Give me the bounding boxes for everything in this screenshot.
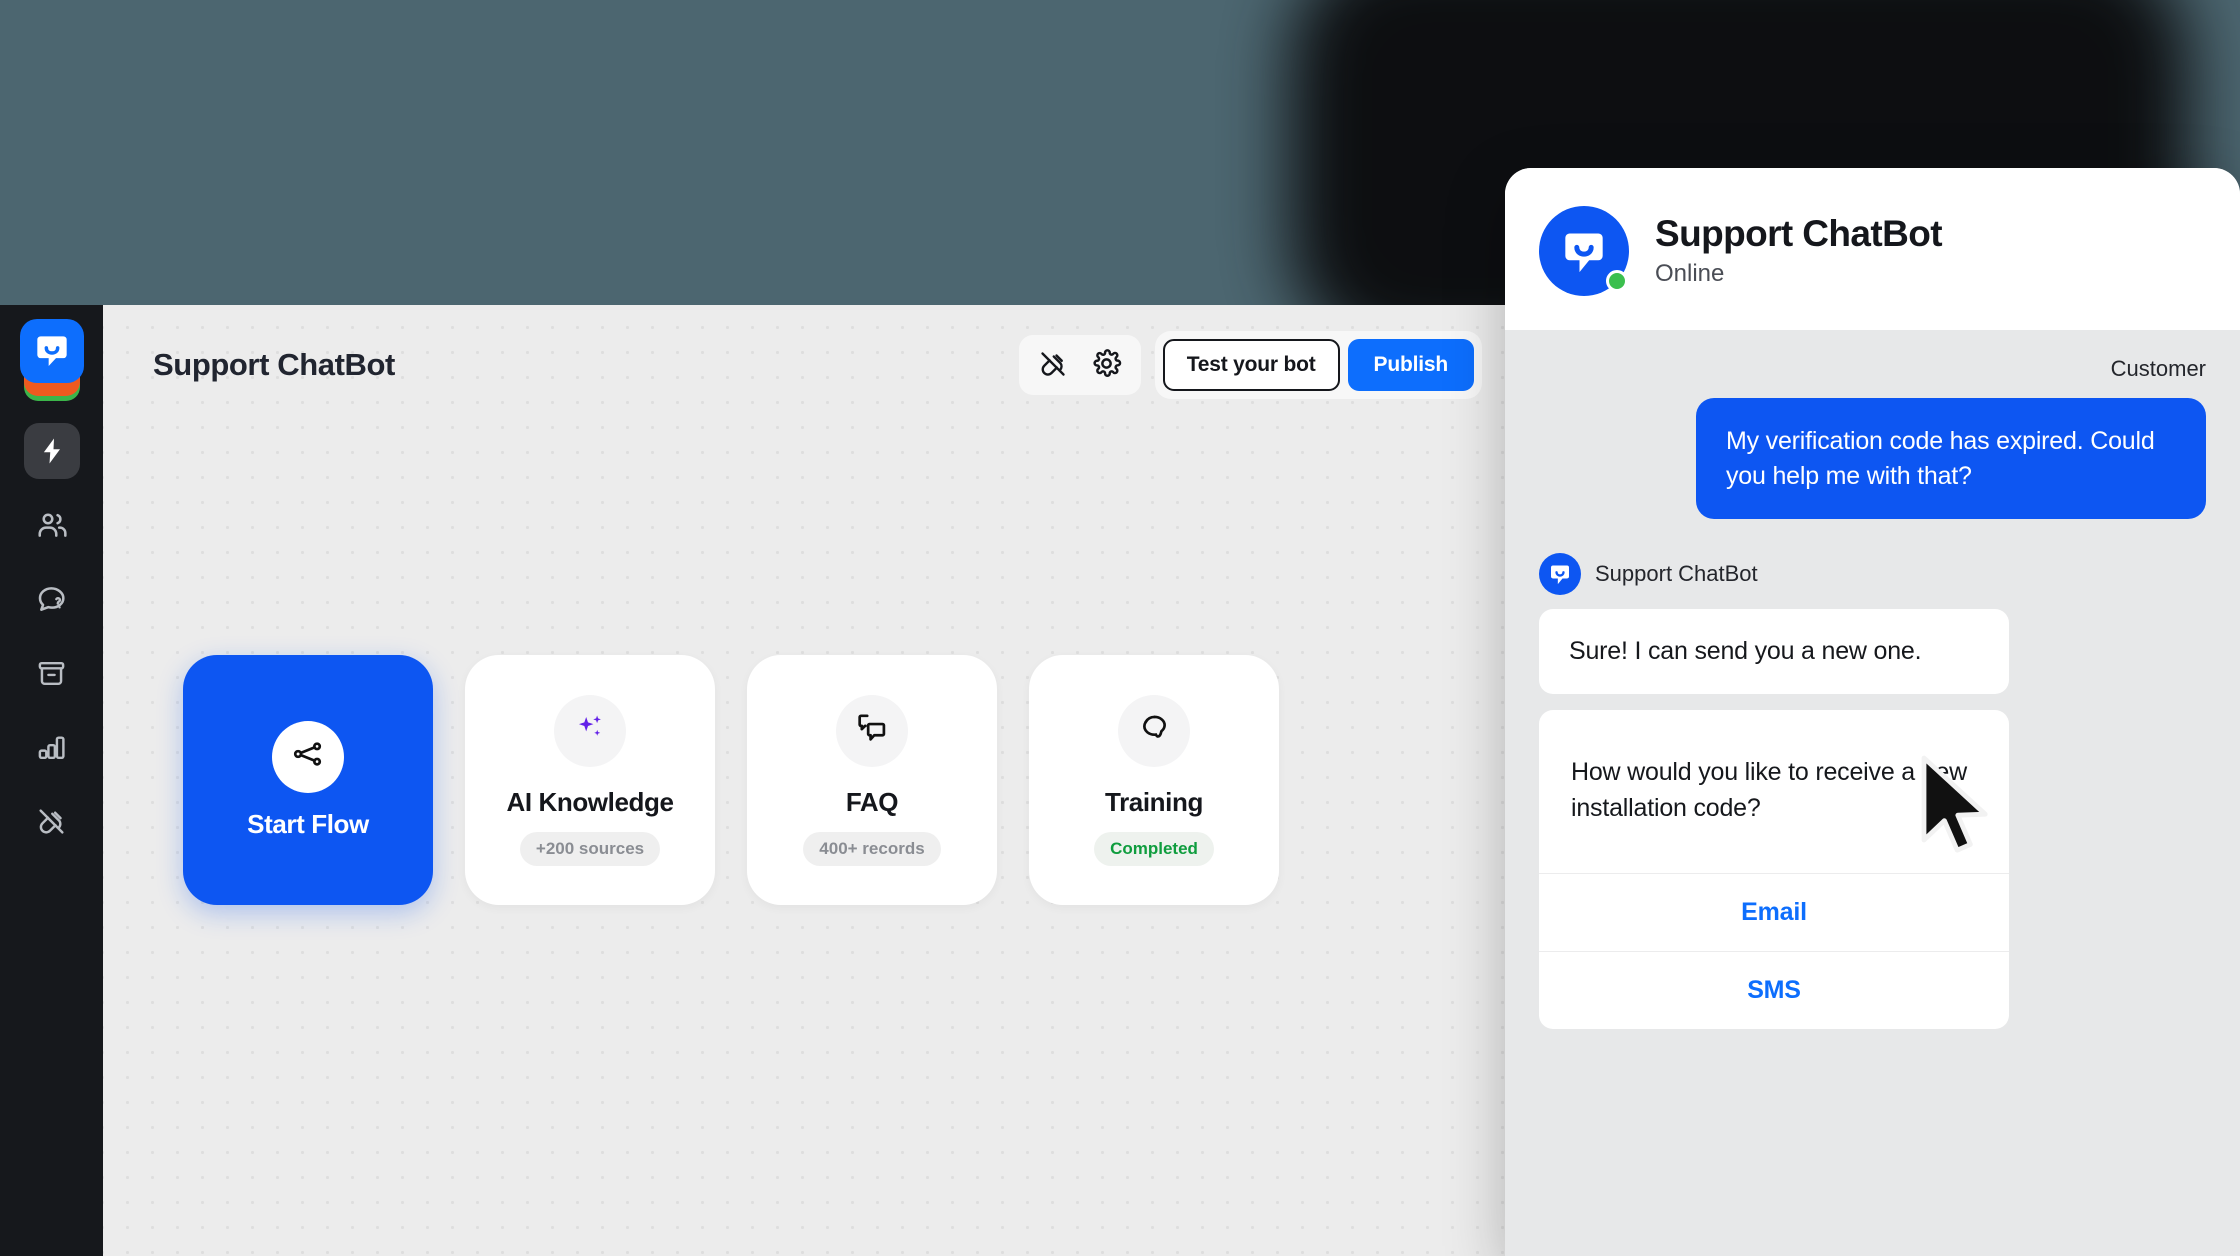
quick-reply-option-sms[interactable]: SMS [1539, 950, 2009, 1029]
customer-message-bubble: My verification code has expired. Could … [1696, 398, 2206, 519]
topbar-icon-group [1018, 335, 1141, 395]
app-window: Support ChatBot Test your bot Publish St… [0, 305, 1520, 1256]
plug-off-icon [1038, 349, 1068, 382]
plug-off-icon [36, 806, 67, 837]
bot-name-label: Support ChatBot [1595, 561, 1758, 586]
sidebar-logo[interactable] [18, 319, 86, 401]
topbar-actions: Test your bot Publish [1018, 331, 1482, 399]
test-your-bot-button[interactable]: Test your bot [1162, 339, 1340, 391]
chat-widget: Support ChatBot Online Customer My verif… [1505, 168, 2240, 1256]
bot-message-bubble: Sure! I can send you a new one. [1539, 609, 2009, 694]
sidebar-rail [0, 305, 103, 1256]
card-label: FAQ [845, 786, 899, 817]
bar-chart-icon [36, 732, 67, 763]
card-ai-knowledge[interactable]: AI Knowledge +200 sources [465, 655, 715, 905]
publish-button[interactable]: Publish [1347, 339, 1474, 391]
bot-sender-row: Support ChatBot [1539, 553, 2206, 595]
flow-cards: Start Flow AI Knowledge +200 sources FAQ… [103, 655, 1279, 905]
archive-icon [36, 658, 67, 689]
sidebar-item-archives[interactable] [24, 645, 80, 701]
card-start-flow[interactable]: Start Flow [183, 655, 433, 905]
sidebar-item-automations[interactable] [23, 423, 80, 479]
card-icon-wrap [836, 694, 908, 767]
chat-copy-icon [855, 711, 889, 750]
sidebar-item-users[interactable] [24, 497, 80, 553]
page-title: Support ChatBot [153, 347, 395, 382]
card-faq[interactable]: FAQ 400+ records [747, 655, 997, 905]
brain-icon [1137, 711, 1171, 750]
users-icon [36, 509, 68, 541]
integrations-button[interactable] [1033, 345, 1073, 385]
chat-widget-status: Online [1655, 260, 1725, 288]
chat-question-icon [36, 583, 68, 615]
sidebar-item-analytics[interactable] [24, 719, 80, 775]
chatbot-logo-icon [19, 319, 84, 383]
card-icon-wrap [272, 720, 344, 793]
card-label: AI Knowledge [506, 786, 674, 817]
card-label: Start Flow [247, 808, 369, 839]
lightning-icon [37, 436, 67, 466]
customer-label: Customer [2110, 356, 2206, 381]
avatar [1539, 206, 1629, 296]
card-training[interactable]: Training Completed [1029, 655, 1279, 905]
gear-icon [1091, 348, 1122, 382]
card-badge: Completed [1094, 831, 1214, 866]
chat-widget-header: Support ChatBot Online [1505, 168, 2240, 330]
flow-nodes-icon [291, 737, 325, 776]
flow-canvas: Support ChatBot Test your bot Publish St… [103, 305, 1520, 1256]
quick-reply-card: How would you like to receive a new inst… [1539, 710, 2009, 1029]
topbar-action-group: Test your bot Publish [1154, 331, 1482, 399]
card-icon-wrap [554, 694, 626, 767]
quick-reply-option-email[interactable]: Email [1539, 872, 2009, 951]
sidebar-item-integrations[interactable] [24, 793, 80, 849]
online-status-dot [1606, 270, 1628, 292]
card-label: Training [1105, 786, 1203, 817]
chat-message-list[interactable]: Customer My verification code has expire… [1505, 330, 2240, 1256]
chat-widget-title: Support ChatBot [1655, 212, 1943, 254]
chat-header-text: Support ChatBot Online [1655, 212, 1943, 289]
card-icon-wrap [1118, 694, 1190, 767]
quick-reply-question: How would you like to receive a new inst… [1571, 758, 1967, 823]
card-badge: 400+ records [803, 831, 941, 866]
canvas-topbar: Support ChatBot Test your bot Publish [103, 305, 1520, 425]
sparkles-icon [573, 711, 607, 750]
bot-avatar-icon [1539, 553, 1581, 595]
sidebar-item-support[interactable] [24, 571, 80, 627]
settings-button[interactable] [1087, 345, 1127, 385]
card-badge: +200 sources [519, 831, 661, 866]
